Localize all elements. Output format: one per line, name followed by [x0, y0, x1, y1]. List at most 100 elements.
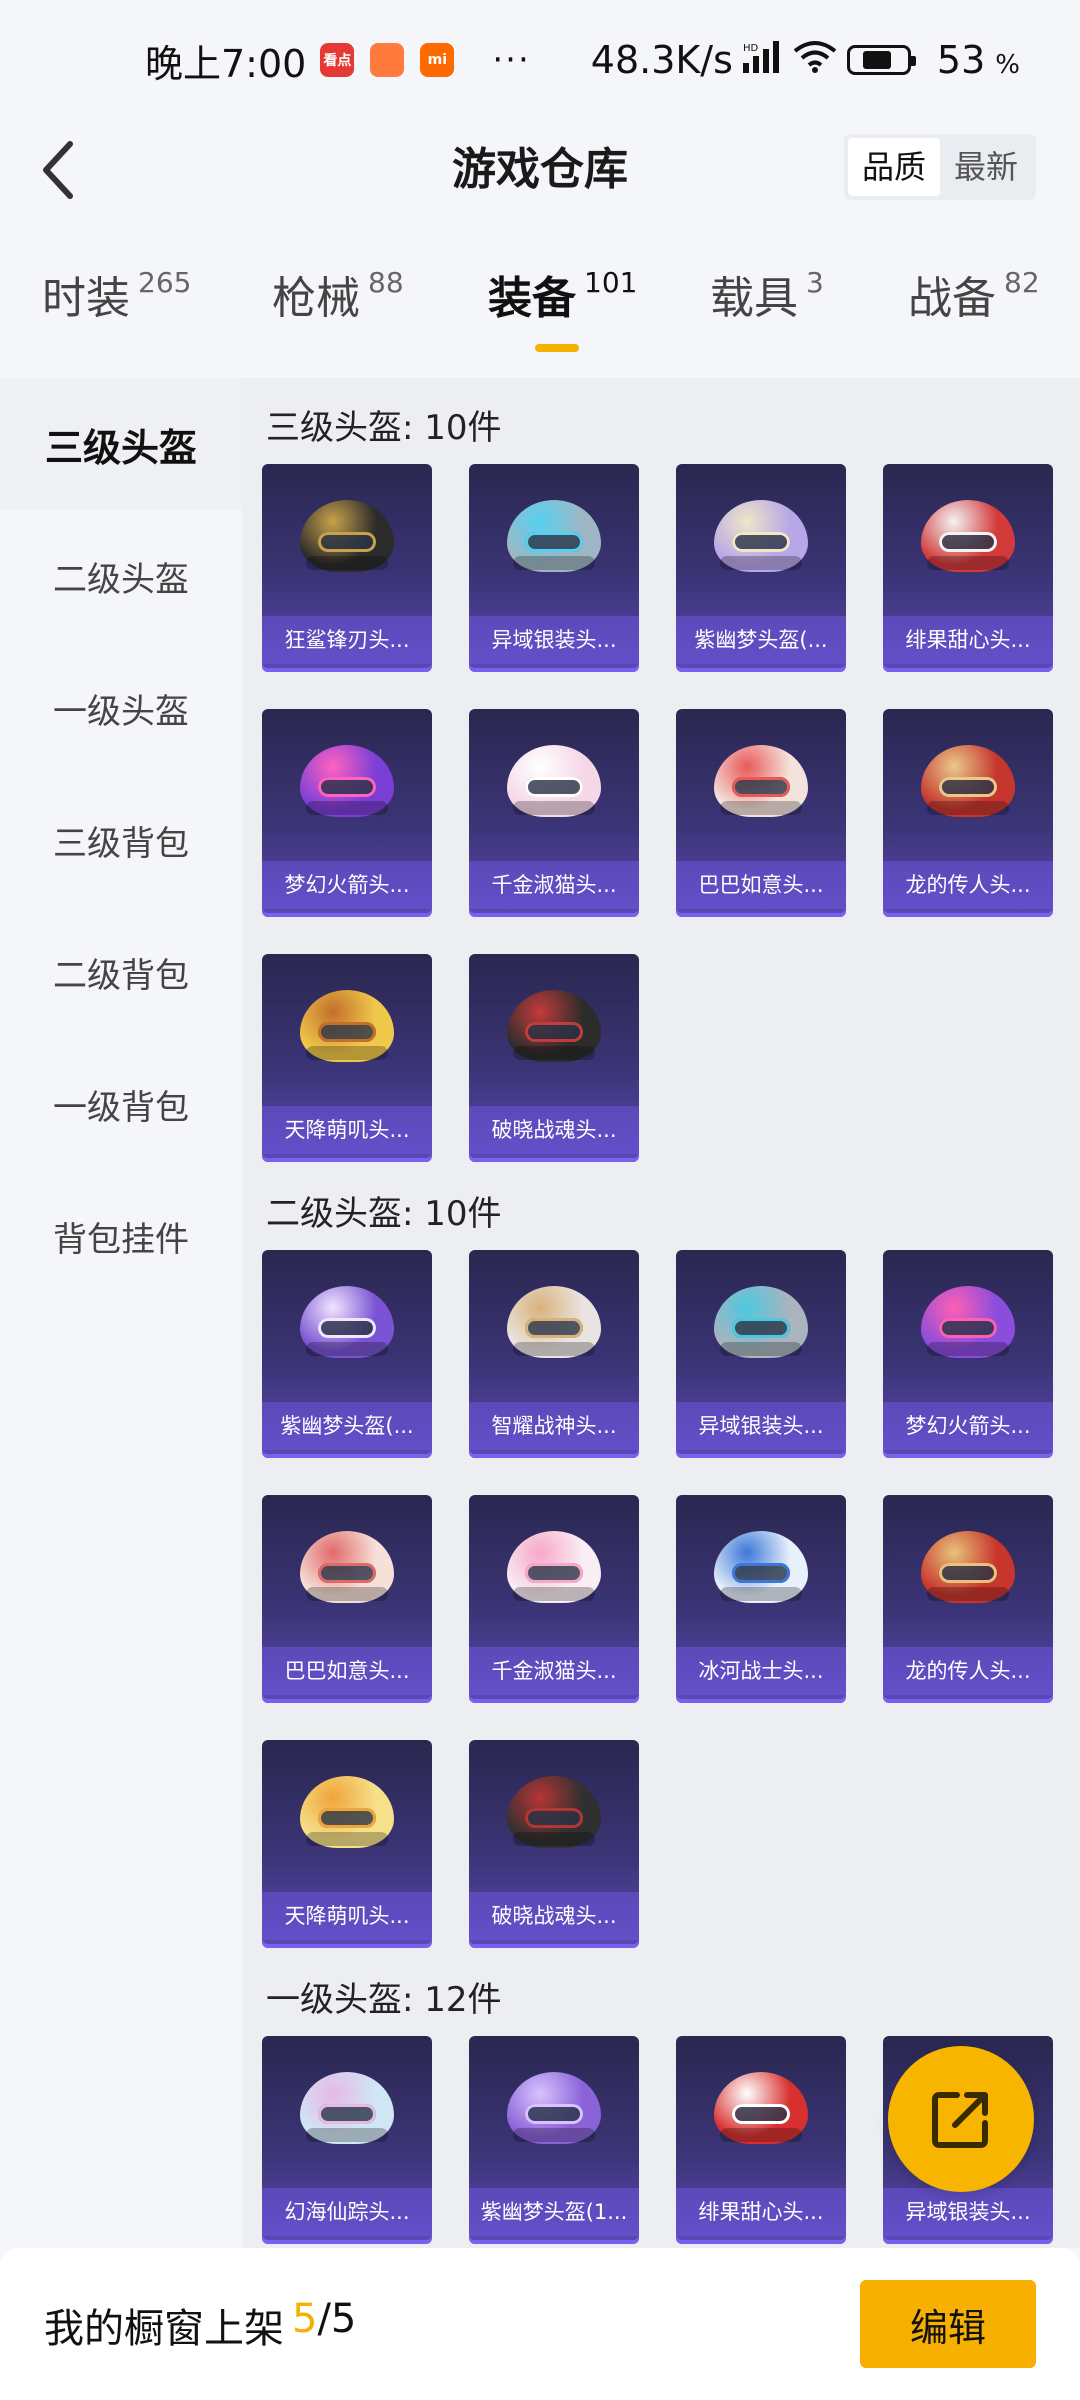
item-card[interactable]: 破晓战魂头...: [469, 1740, 639, 1948]
section-title-level3: 三级头盔: 10件: [266, 408, 502, 448]
item-card[interactable]: 紫幽梦头盔(...: [262, 1250, 432, 1458]
more-notifications-icon: ···: [492, 40, 531, 80]
sort-toggle: 品质 最新: [843, 134, 1036, 200]
tab-vehicles[interactable]: 载具 3: [710, 262, 824, 326]
item-name: 异域银装头...: [883, 2188, 1053, 2236]
sort-quality-option[interactable]: 品质: [847, 138, 940, 196]
item-name: 天降萌叽头...: [262, 1106, 432, 1154]
showcase-current-count: 5: [292, 2296, 318, 2342]
item-name: 破晓战魂头...: [469, 1892, 639, 1940]
item-name: 紫幽梦头盔(1...: [469, 2188, 639, 2236]
item-card[interactable]: 破晓战魂头...: [469, 954, 639, 1162]
helmet-image: [469, 1250, 639, 1400]
sidebar-item-level3-helmet[interactable]: 三级头盔: [0, 378, 242, 510]
tab-combat-gear[interactable]: 战备 82: [908, 262, 1040, 326]
status-time: 晚上7:00: [145, 41, 307, 86]
item-card[interactable]: 异域银装头...: [469, 464, 639, 672]
item-card[interactable]: 异域银装头...: [676, 1250, 846, 1458]
item-card[interactable]: 龙的传人头...: [883, 709, 1053, 917]
helmet-image: [262, 1740, 432, 1890]
helmet-image: [469, 1495, 639, 1645]
helmet-image: [676, 709, 846, 859]
item-name: 天降萌叽头...: [262, 1892, 432, 1940]
item-card[interactable]: 巴巴如意头...: [676, 709, 846, 917]
item-card[interactable]: 天降萌叽头...: [262, 954, 432, 1162]
tab-fashion[interactable]: 时装 265: [42, 262, 191, 326]
item-name: 破晓战魂头...: [469, 1106, 639, 1154]
helmet-image: [676, 464, 846, 614]
item-card[interactable]: 幻海仙踪头...: [262, 2036, 432, 2244]
item-name: 冰河战士头...: [676, 1647, 846, 1695]
item-card[interactable]: 梦幻火箭头...: [262, 709, 432, 917]
battery-percent: 53%: [936, 38, 1020, 82]
helmet-image: [676, 1250, 846, 1400]
item-name: 巴巴如意头...: [262, 1647, 432, 1695]
sidebar-item-backpack-charm[interactable]: 背包挂件: [0, 1170, 242, 1302]
item-card[interactable]: 紫幽梦头盔(1...: [469, 2036, 639, 2244]
item-name: 异域银装头...: [676, 1402, 846, 1450]
sidebar-item-level2-backpack[interactable]: 二级背包: [0, 906, 242, 1038]
helmet-image: [262, 709, 432, 859]
svg-text:HD: HD: [743, 43, 759, 54]
item-name: 千金淑猫头...: [469, 1647, 639, 1695]
item-card[interactable]: 千金淑猫头...: [469, 1495, 639, 1703]
kandian-app-icon: 看点: [320, 43, 355, 77]
showcase-total-count: /5: [317, 2296, 357, 2342]
item-name: 梦幻火箭头...: [883, 1402, 1053, 1450]
share-button[interactable]: [888, 2046, 1034, 2192]
helmet-image: [262, 1495, 432, 1645]
item-card[interactable]: 狂鲨锋刃头...: [262, 464, 432, 672]
helmet-image: [469, 464, 639, 614]
item-name: 狂鲨锋刃头...: [262, 616, 432, 664]
item-name: 绯果甜心头...: [883, 616, 1053, 664]
helmet-image: [262, 464, 432, 614]
helmet-image: [262, 1250, 432, 1400]
tab-equipment[interactable]: 装备 101: [488, 262, 637, 326]
item-card[interactable]: 巴巴如意头...: [262, 1495, 432, 1703]
helmet-image: [469, 709, 639, 859]
header: 游戏仓库 品质 最新: [0, 120, 1080, 220]
item-grid: 三级头盔: 10件 二级头盔: 10件 一级头盔: 12件 狂鲨锋刃头... 异域…: [242, 378, 1080, 2248]
item-card[interactable]: 冰河战士头...: [676, 1495, 846, 1703]
item-name: 绯果甜心头...: [676, 2188, 846, 2236]
helmet-image: [676, 1495, 846, 1645]
sidebar-item-level3-backpack[interactable]: 三级背包: [0, 774, 242, 906]
item-name: 梦幻火箭头...: [262, 861, 432, 909]
helmet-image: [469, 954, 639, 1104]
item-card[interactable]: 龙的传人头...: [883, 1495, 1053, 1703]
status-bar: 晚上7:00 看点 mi ··· 48.3K/s HD 53%: [0, 0, 1080, 120]
helmet-image: [883, 1495, 1053, 1645]
helmet-image: [262, 954, 432, 1104]
item-card[interactable]: 智耀战神头...: [469, 1250, 639, 1458]
item-name: 紫幽梦头盔(...: [262, 1402, 432, 1450]
item-card[interactable]: 紫幽梦头盔(...: [676, 464, 846, 672]
item-name: 龙的传人头...: [883, 1647, 1053, 1695]
helmet-image: [262, 2036, 432, 2186]
item-card[interactable]: 绯果甜心头...: [883, 464, 1053, 672]
section-title-level1: 一级头盔: 12件: [266, 1980, 502, 2020]
section-title-level2: 二级头盔: 10件: [266, 1194, 502, 1234]
item-card[interactable]: 天降萌叽头...: [262, 1740, 432, 1948]
helmet-image: [883, 464, 1053, 614]
sidebar-item-level2-helmet[interactable]: 二级头盔: [0, 510, 242, 642]
tab-firearms[interactable]: 枪械 88: [272, 262, 404, 326]
helmet-image: [469, 1740, 639, 1890]
helmet-image: [676, 2036, 846, 2186]
edit-button[interactable]: 编辑: [860, 2280, 1036, 2368]
share-icon: [932, 2092, 988, 2148]
item-card[interactable]: 绯果甜心头...: [676, 2036, 846, 2244]
sidebar-item-level1-backpack[interactable]: 一级背包: [0, 1038, 242, 1170]
item-card[interactable]: 千金淑猫头...: [469, 709, 639, 917]
item-name: 千金淑猫头...: [469, 861, 639, 909]
item-card[interactable]: 梦幻火箭头...: [883, 1250, 1053, 1458]
sort-newest-option[interactable]: 最新: [940, 138, 1032, 196]
sidebar: 三级头盔 二级头盔 一级头盔 三级背包 二级背包 一级背包 背包挂件: [0, 378, 242, 2248]
active-tab-indicator: [535, 344, 579, 352]
sidebar-item-level1-helmet[interactable]: 一级头盔: [0, 642, 242, 774]
category-tabs: 时装 265 枪械 88 装备 101 载具 3 战备 82: [0, 262, 1080, 362]
helmet-image: [883, 709, 1053, 859]
showcase-status: 我的橱窗上架 5 /5: [44, 2296, 357, 2352]
item-name: 巴巴如意头...: [676, 861, 846, 909]
battery-icon: [846, 45, 916, 75]
shopping-app-icon: [370, 43, 405, 77]
